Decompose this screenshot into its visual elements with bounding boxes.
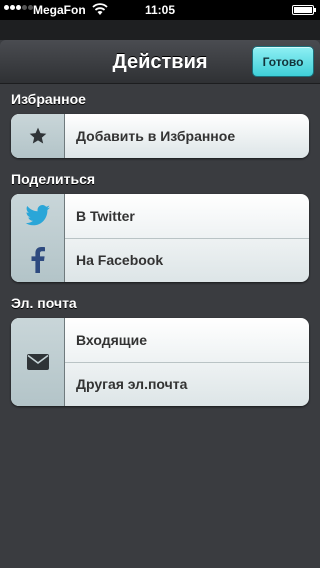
navigation-bar: Действия Готово	[0, 40, 320, 84]
favorites-group: Добавить в Избранное	[11, 114, 309, 158]
star-icon	[11, 114, 65, 158]
row-label: Добавить в Избранное	[76, 128, 236, 144]
share-group: В Twitter На Facebook	[11, 194, 309, 282]
email-other-row[interactable]: Другая эл.почта	[11, 362, 309, 406]
status-bar: MegaFon 11:05	[0, 0, 320, 20]
twitter-icon	[11, 194, 65, 238]
done-button[interactable]: Готово	[252, 46, 314, 77]
facebook-icon	[11, 238, 65, 282]
top-gap	[0, 20, 320, 40]
row-label: В Twitter	[76, 208, 135, 224]
section-header-email: Эл. почта	[11, 295, 77, 311]
section-header-share: Поделиться	[11, 171, 96, 187]
clock: 11:05	[144, 3, 176, 17]
email-group: Входящие Другая эл.почта	[11, 318, 309, 406]
row-label: На Facebook	[76, 252, 164, 268]
row-label: Другая эл.почта	[76, 376, 188, 392]
email-inbox-row[interactable]: Входящие	[11, 318, 309, 362]
share-twitter-row[interactable]: В Twitter	[11, 194, 309, 238]
row-label: Входящие	[76, 332, 147, 348]
share-facebook-row[interactable]: На Facebook	[11, 238, 309, 282]
battery-icon	[292, 5, 316, 15]
section-header-favorites: Избранное	[11, 91, 86, 107]
add-to-favorites-row[interactable]: Добавить в Избранное	[11, 114, 309, 158]
